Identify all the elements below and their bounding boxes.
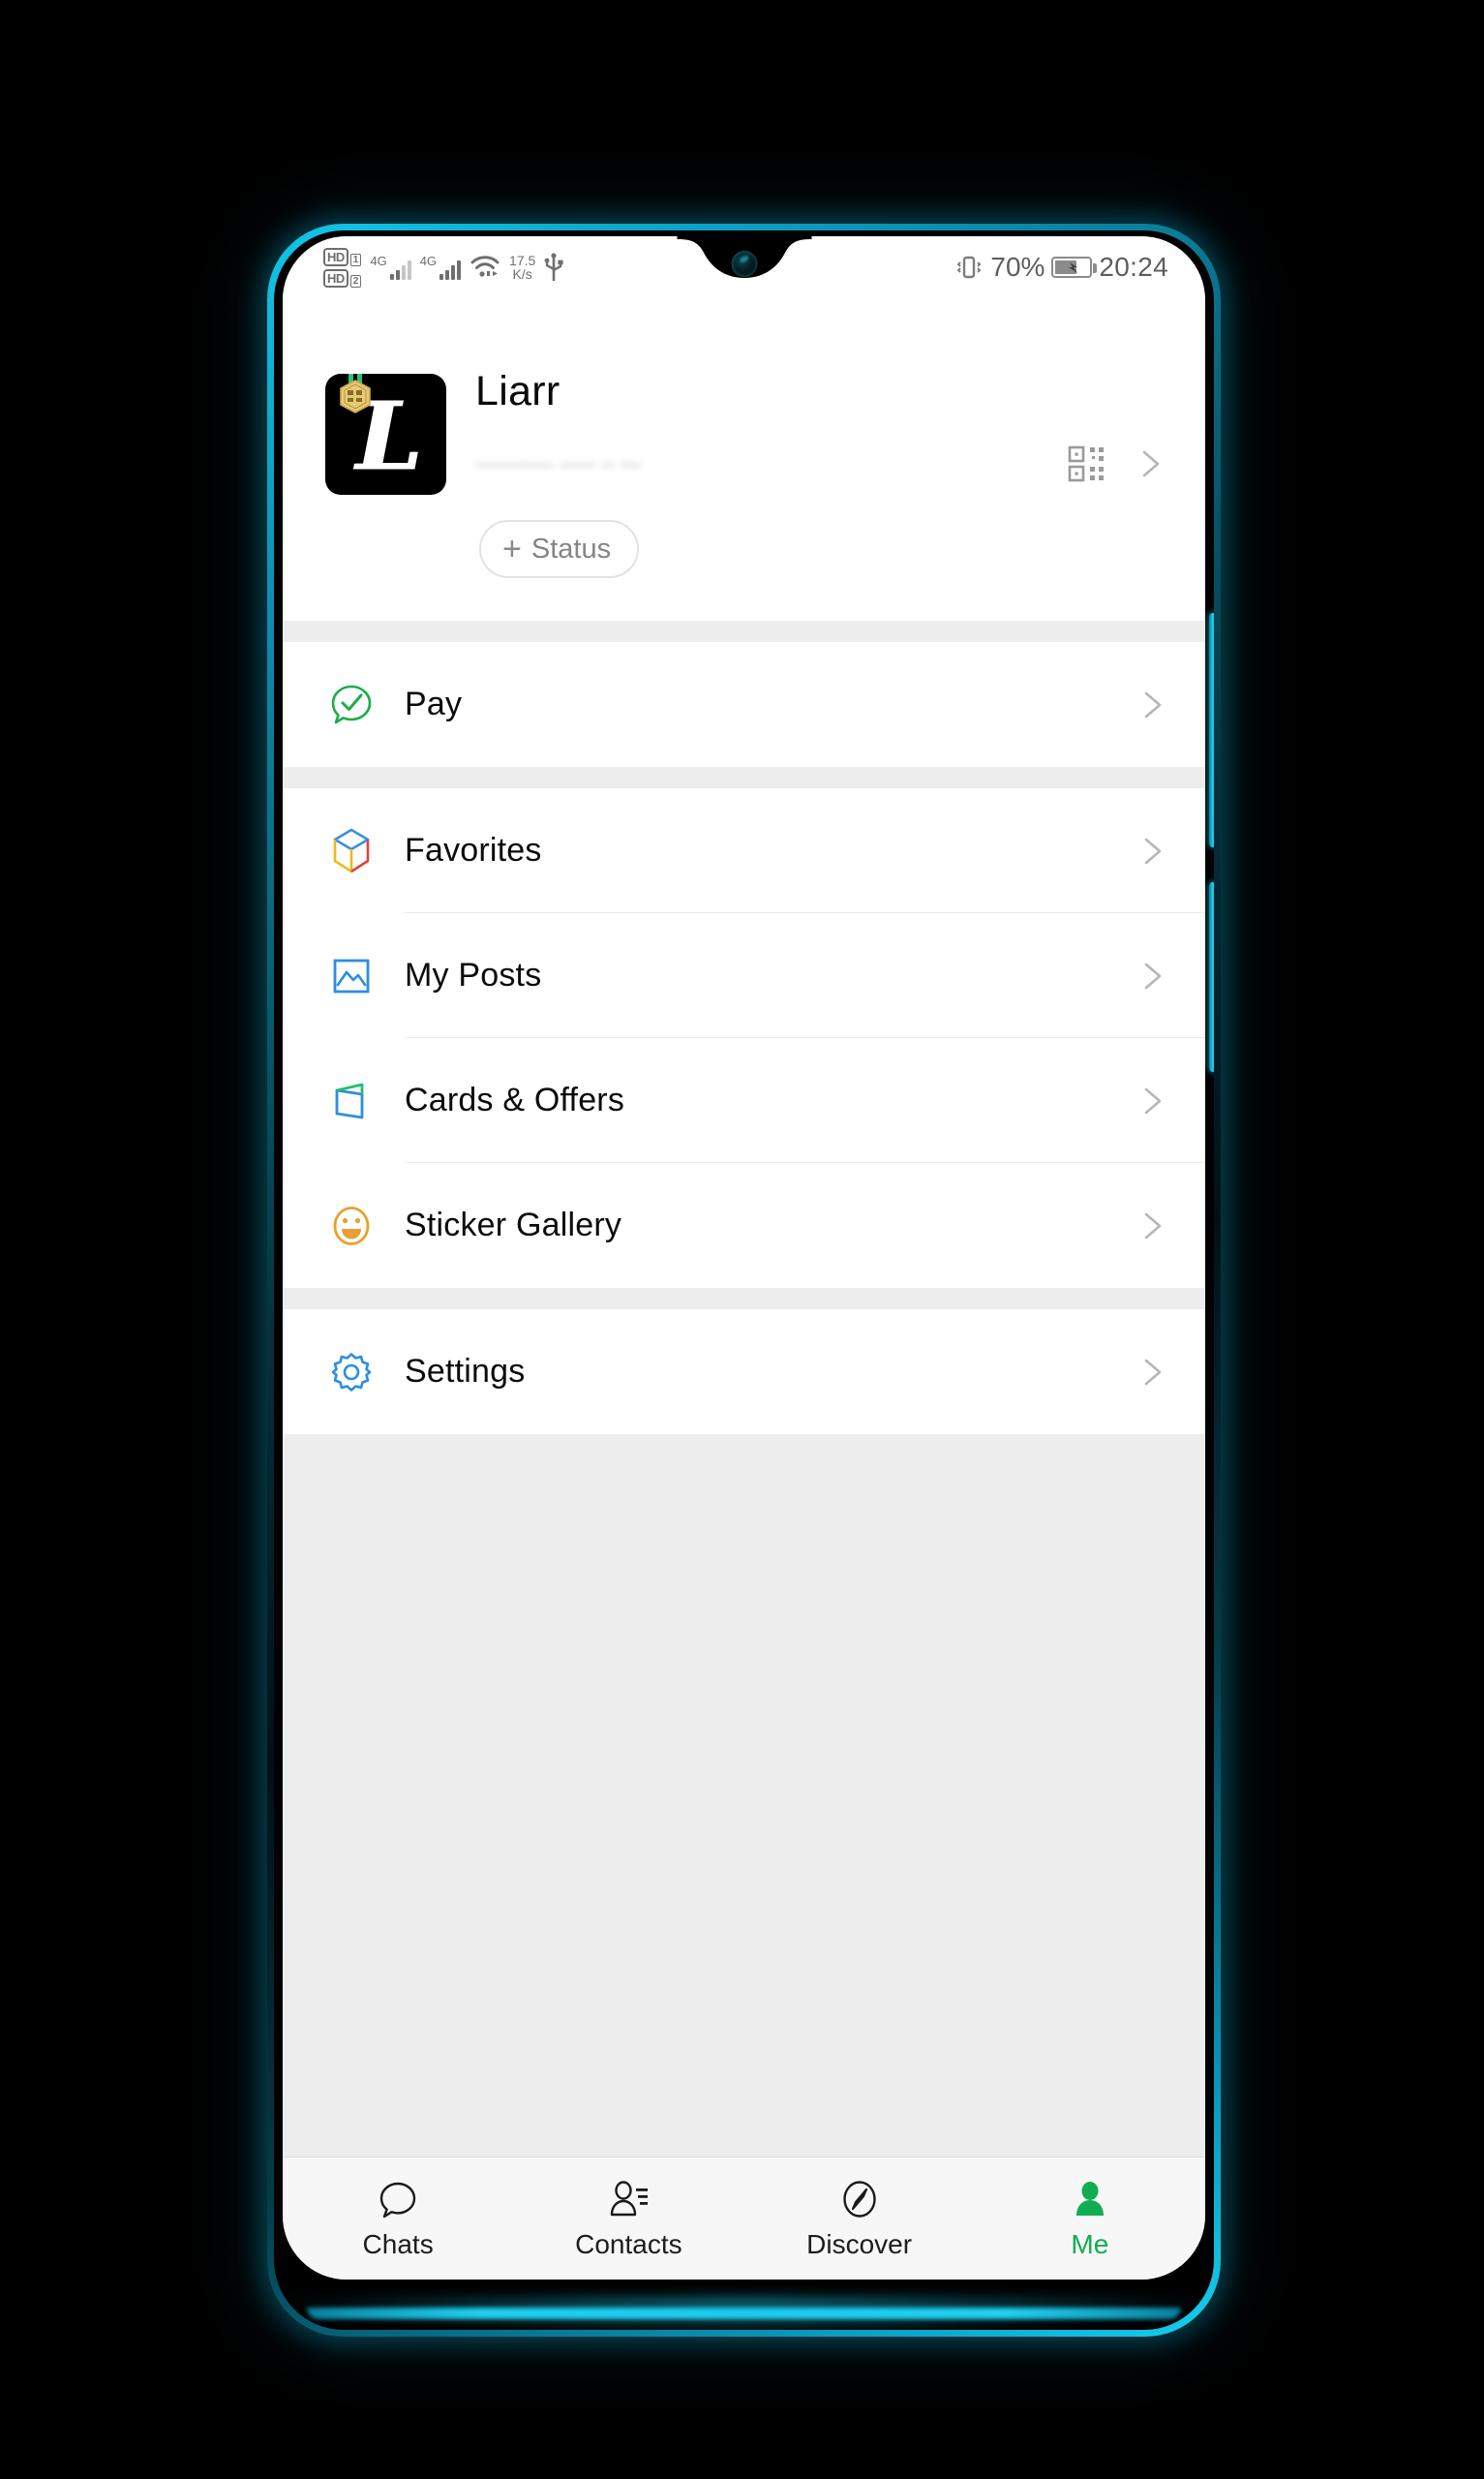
nav-item-chats[interactable]: Chats bbox=[283, 2158, 513, 2280]
battery-percent: 70% bbox=[990, 252, 1045, 282]
hd-badge-sim2: HD bbox=[323, 268, 348, 288]
usb-icon bbox=[544, 253, 563, 281]
chevron-right-icon bbox=[1144, 691, 1162, 718]
nav-label: Contacts bbox=[575, 2228, 682, 2259]
speed-value: 17.5 bbox=[509, 253, 536, 268]
volume-button[interactable] bbox=[1209, 613, 1214, 847]
menu-group-settings: Settings bbox=[283, 1309, 1205, 1434]
section-gap bbox=[283, 621, 1205, 642]
bottom-navigation-bar: Chats Contacts Discover Me bbox=[283, 2157, 1205, 2280]
gold-medal-badge bbox=[340, 374, 371, 413]
vibrate-icon bbox=[956, 256, 982, 279]
menu-item-my-posts[interactable]: My Posts bbox=[283, 913, 1205, 1038]
chevron-right-icon bbox=[1144, 1087, 1162, 1114]
phone-screen: HD 1 HD 2 4G 4G 17.5 K/s 70% 20:24 L Lia… bbox=[283, 236, 1205, 2280]
nav-label: Chats bbox=[362, 2228, 434, 2259]
cards-wallet-icon bbox=[325, 1079, 378, 1123]
profile-top-row: L Liarr ••••••••••• ••••• •• ••• bbox=[283, 369, 1205, 495]
qr-code-icon[interactable] bbox=[1068, 444, 1106, 483]
profile-actions bbox=[1068, 444, 1166, 483]
nav-item-me[interactable]: Me bbox=[975, 2158, 1205, 2280]
menu-item-label: Settings bbox=[405, 1353, 526, 1390]
menu-item-cards-offers[interactable]: Cards & Offers bbox=[283, 1038, 1205, 1163]
profile-name: Liarr bbox=[475, 368, 560, 414]
nav-item-contacts[interactable]: Contacts bbox=[513, 2158, 743, 2280]
add-status-button[interactable]: + Status bbox=[479, 520, 640, 578]
nav-item-discover[interactable]: Discover bbox=[744, 2158, 975, 2280]
signal-bars-sim2 bbox=[439, 259, 462, 280]
empty-area bbox=[283, 1434, 1205, 1938]
bottom-edge-glow-soft bbox=[284, 2297, 1204, 2330]
signal-bars-sim1 bbox=[389, 259, 411, 280]
chevron-right-icon bbox=[1144, 1212, 1162, 1239]
power-button[interactable] bbox=[1209, 882, 1214, 1072]
profile-chevron-right-icon[interactable] bbox=[1134, 447, 1166, 480]
menu-item-label: Cards & Offers bbox=[405, 1082, 625, 1118]
avatar[interactable]: L bbox=[325, 374, 446, 495]
nav-label: Me bbox=[1071, 2228, 1109, 2259]
menu-item-label: Pay bbox=[405, 686, 463, 722]
menu-group-main: Favorites My Posts Cards & Offers Sticke… bbox=[283, 788, 1205, 1288]
settings-gear-icon bbox=[325, 1350, 378, 1394]
menu-item-label: My Posts bbox=[405, 957, 542, 994]
sim1-number: 1 bbox=[349, 253, 362, 266]
clock: 20:24 bbox=[1099, 252, 1168, 282]
status-bar-right: 70% 20:24 bbox=[954, 252, 1168, 283]
signal-sim2: 4G bbox=[419, 254, 462, 280]
hd-badge-sim1: HD bbox=[323, 247, 348, 266]
signal-sim1: 4G bbox=[370, 254, 411, 280]
nav-label: Discover bbox=[806, 2228, 913, 2259]
network-speed: 17.5 K/s bbox=[509, 254, 535, 281]
my-posts-photo-icon bbox=[325, 954, 378, 998]
status-bar-left: HD 1 HD 2 4G 4G 17.5 K/s bbox=[323, 247, 563, 288]
speed-unit: K/s bbox=[512, 266, 532, 282]
phone-body: HD 1 HD 2 4G 4G 17.5 K/s 70% 20:24 L Lia… bbox=[274, 230, 1214, 2330]
volte-hd-indicators: HD 1 HD 2 bbox=[323, 247, 362, 288]
chevron-right-icon bbox=[1144, 838, 1162, 864]
profile-info: Liarr ••••••••••• ••••• •• ••• bbox=[446, 369, 1166, 495]
sticker-smiley-icon bbox=[325, 1204, 378, 1248]
chevron-right-icon bbox=[1144, 963, 1162, 989]
section-gap bbox=[283, 767, 1205, 788]
network-type-sim1: 4G bbox=[370, 254, 387, 268]
wifi-icon bbox=[470, 256, 500, 277]
phone-frame: HD 1 HD 2 4G 4G 17.5 K/s 70% 20:24 L Lia… bbox=[267, 224, 1221, 2337]
menu-item-favorites[interactable]: Favorites bbox=[283, 788, 1205, 913]
contacts-icon bbox=[607, 2178, 650, 2222]
favorites-box-icon bbox=[325, 827, 378, 875]
section-gap bbox=[283, 1288, 1205, 1309]
sim2-number: 2 bbox=[349, 274, 362, 288]
status-button-wrap: + Status bbox=[283, 495, 1205, 578]
menu-item-label: Favorites bbox=[405, 832, 542, 869]
wechat-id-redacted: ••••••••••• ••••• •• ••• bbox=[475, 454, 642, 474]
compass-icon bbox=[838, 2178, 881, 2222]
pay-bubble-check-icon bbox=[325, 683, 378, 727]
battery-charging-icon bbox=[1051, 257, 1098, 278]
me-page-content: L Liarr ••••••••••• ••••• •• ••• + Statu… bbox=[283, 298, 1205, 2157]
network-type-sim2: 4G bbox=[419, 254, 438, 268]
chat-bubble-icon bbox=[377, 2178, 419, 2222]
profile-card[interactable]: L Liarr ••••••••••• ••••• •• ••• + Statu… bbox=[283, 298, 1205, 621]
front-camera-lens bbox=[731, 251, 757, 277]
menu-item-settings[interactable]: Settings bbox=[283, 1309, 1205, 1434]
menu-item-label: Sticker Gallery bbox=[405, 1207, 622, 1243]
menu-item-sticker-gallery[interactable]: Sticker Gallery bbox=[283, 1163, 1205, 1288]
status-button-label: Status bbox=[530, 533, 612, 565]
plus-icon: + bbox=[502, 531, 522, 567]
menu-item-pay[interactable]: Pay bbox=[283, 642, 1205, 767]
person-icon bbox=[1069, 2178, 1111, 2222]
menu-group-pay: Pay bbox=[283, 642, 1205, 767]
chevron-right-icon bbox=[1144, 1359, 1162, 1385]
